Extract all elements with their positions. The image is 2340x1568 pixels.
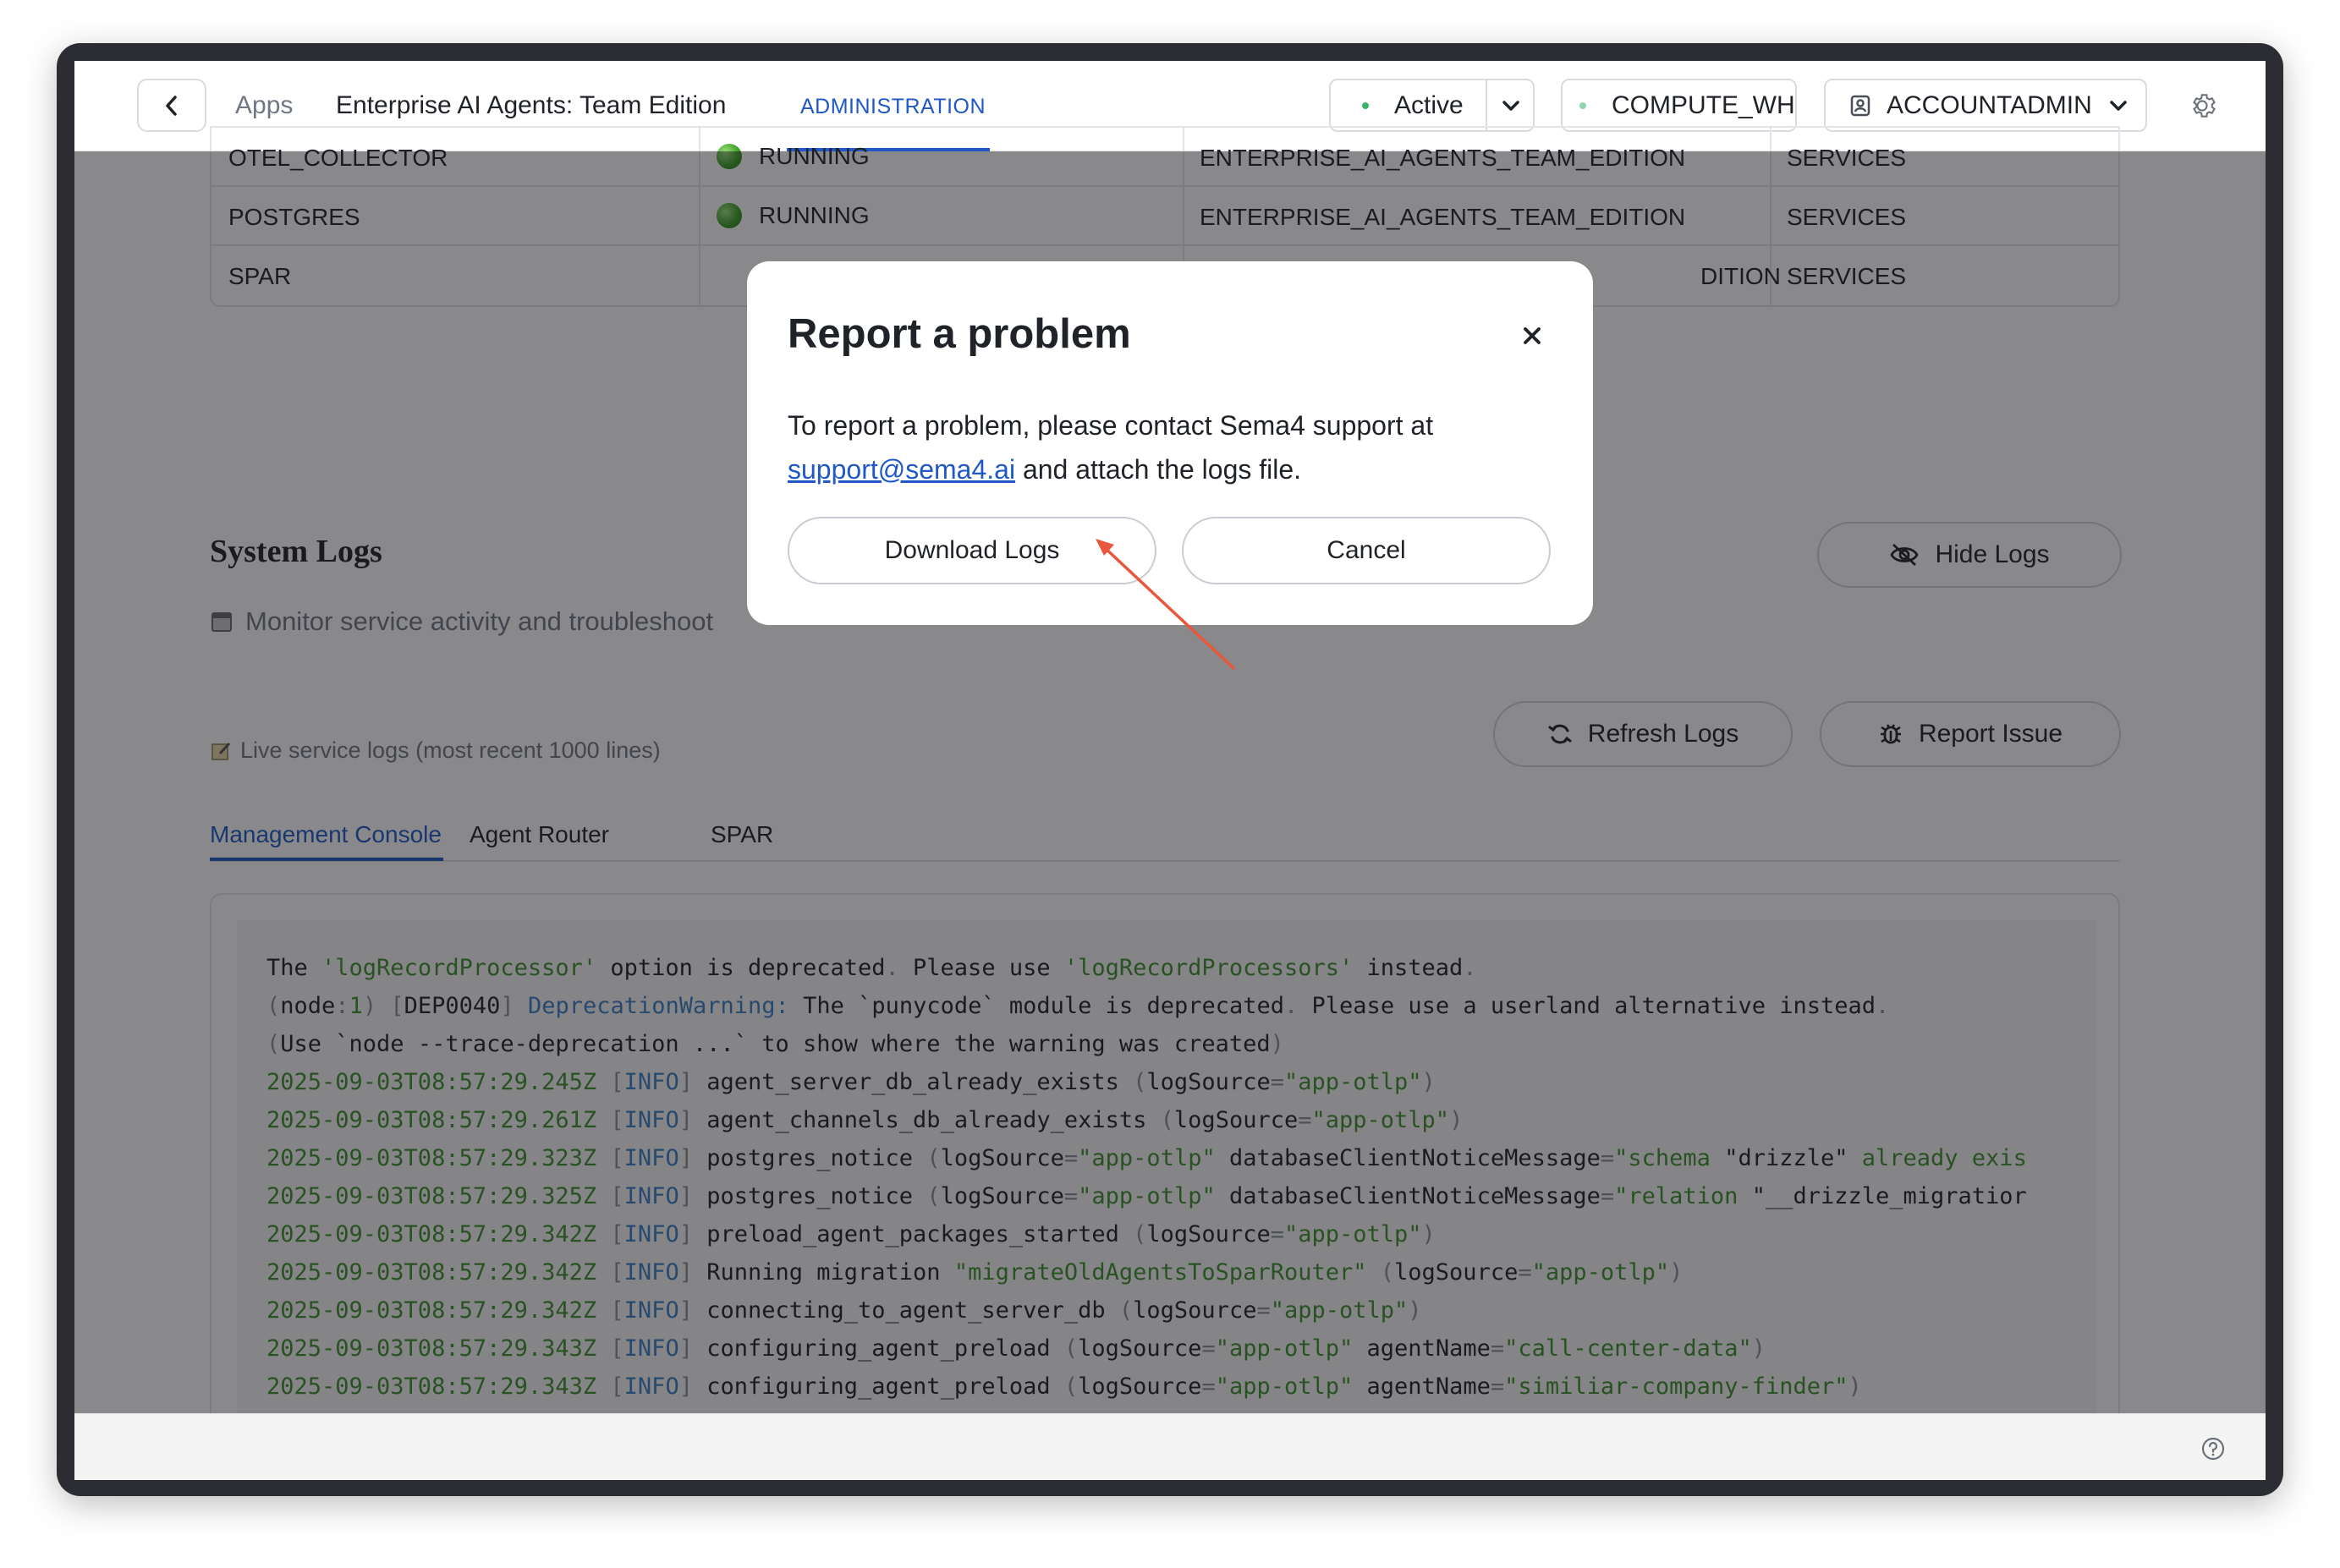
close-icon bbox=[1524, 327, 1541, 344]
role-label: ACCOUNTADMIN bbox=[1887, 90, 2092, 119]
footer-bar bbox=[74, 1413, 2266, 1480]
chevron-left-icon bbox=[166, 95, 177, 116]
app-window: Apps Enterprise AI Agents: Team Edition … bbox=[74, 61, 2266, 1480]
chevron-down-icon bbox=[2110, 100, 2127, 111]
status-selector[interactable]: Active bbox=[1329, 79, 1535, 132]
role-selector[interactable]: ACCOUNTADMIN bbox=[1824, 79, 2147, 132]
dialog-body-suffix: and attach the logs file. bbox=[1015, 454, 1302, 485]
back-button[interactable] bbox=[137, 79, 206, 132]
help-icon bbox=[2201, 1437, 2225, 1461]
warehouse-dot-icon bbox=[1579, 101, 1586, 109]
close-button[interactable] bbox=[1519, 322, 1546, 349]
status-label: Active bbox=[1394, 90, 1464, 119]
app-title: Enterprise AI Agents: Team Edition bbox=[336, 91, 727, 119]
breadcrumb-apps[interactable]: Apps bbox=[235, 91, 293, 120]
chevron-down-icon[interactable] bbox=[1500, 96, 1522, 116]
dialog-title: Report a problem bbox=[788, 311, 1131, 357]
annotation-arrow-icon bbox=[1096, 539, 1235, 670]
user-icon bbox=[1850, 95, 1870, 116]
warehouse-label: COMPUTE_WH bbox=[1612, 90, 1795, 119]
status-dot-icon bbox=[1362, 101, 1369, 109]
support-email-link[interactable]: support@sema4.ai bbox=[788, 454, 1015, 485]
help-button[interactable] bbox=[2200, 1436, 2226, 1466]
divider bbox=[1486, 80, 1487, 130]
settings-button[interactable] bbox=[2186, 90, 2218, 126]
dialog-body-prefix: To report a problem, please contact Sema… bbox=[788, 410, 1434, 441]
gear-icon bbox=[2193, 94, 2216, 118]
warehouse-selector[interactable]: COMPUTE_WH bbox=[1561, 79, 1797, 132]
dialog-body: To report a problem, please contact Sema… bbox=[788, 403, 1549, 491]
tab-administration[interactable]: ADMINISTRATION bbox=[800, 95, 986, 119]
